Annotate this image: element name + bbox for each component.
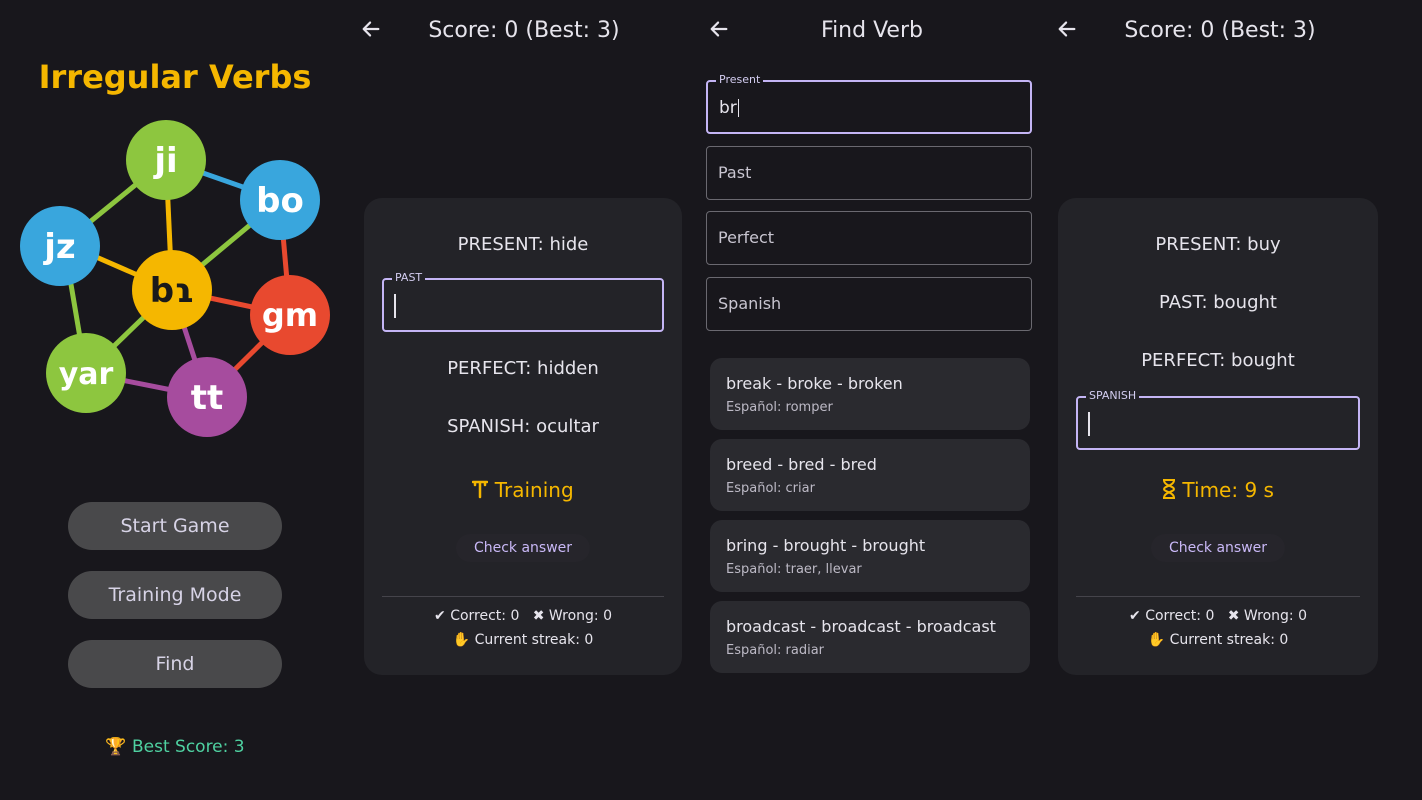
perfect-line: PERFECT: bought	[1141, 350, 1295, 371]
perfect-search-input[interactable]: Perfect	[706, 211, 1032, 265]
training-mode-indicator: Training	[364, 478, 682, 502]
result-item[interactable]: broadcast - broadcast - broadcast Españo…	[710, 601, 1030, 673]
svg-text:bɿ: bɿ	[150, 271, 195, 311]
svg-text:bo: bo	[256, 181, 304, 221]
dumbbell-icon	[472, 478, 494, 502]
spanish-line: SPANISH: ocultar	[447, 416, 599, 437]
result-spanish: Español: criar	[726, 481, 815, 496]
result-item[interactable]: bring - brought - brought Español: traer…	[710, 520, 1030, 592]
present-line: PRESENT: buy	[1155, 234, 1281, 255]
svg-text:jz: jz	[42, 227, 75, 267]
hourglass-icon	[1162, 478, 1182, 502]
find-button[interactable]: Find	[68, 640, 282, 688]
divider	[1076, 596, 1360, 597]
correct-count: ✔ Correct: 0	[434, 608, 520, 624]
hand-icon: ✋	[1147, 632, 1166, 648]
spanish-input-label: SPANISH	[1086, 389, 1140, 402]
spanish-placeholder: Spanish	[718, 294, 782, 313]
find-verb-screen: Find Verb Present br Past Perfect Spanis…	[698, 0, 1046, 800]
correct-count: ✔ Correct: 0	[1129, 608, 1215, 624]
top-bar: Score: 0 (Best: 3)	[1046, 14, 1422, 50]
training-mode-button[interactable]: Training Mode	[68, 571, 282, 619]
result-spanish: Español: romper	[726, 400, 833, 415]
app-title: Irregular Verbs	[38, 58, 312, 96]
score-title: Score: 0 (Best: 3)	[428, 18, 620, 43]
text-caret	[1088, 412, 1090, 436]
streak-line: ✋ Current streak: 0	[1058, 632, 1378, 648]
graph-node-br: bɿ	[132, 250, 212, 330]
score-stats: ✔ Correct: 0 ✖ Wrong: 0	[1058, 608, 1378, 624]
current-streak: Current streak: 0	[1169, 632, 1289, 648]
hand-icon: ✋	[452, 632, 471, 648]
graph-node-tt: tt	[167, 357, 247, 437]
graph-node-ji: ji	[126, 120, 206, 200]
top-bar: Find Verb	[698, 14, 1046, 50]
past-line: PAST: bought	[1159, 292, 1277, 313]
present-line: PRESENT: hide	[457, 234, 589, 255]
result-spanish: Español: traer, llevar	[726, 562, 862, 577]
question-card: PRESENT: hide PAST PERFECT: hidden SPANI…	[364, 198, 682, 675]
training-mode-label: Training	[494, 478, 574, 502]
verb-graph-logo: ji bo jz bɿ gm yar tt	[20, 120, 330, 437]
training-screen: Score: 0 (Best: 3) PRESENT: hide PAST PE…	[350, 0, 698, 800]
streak-line: ✋ Current streak: 0	[364, 632, 682, 648]
past-search-input[interactable]: Past	[706, 146, 1032, 200]
top-bar: Score: 0 (Best: 3)	[350, 14, 698, 50]
svg-text:gm: gm	[262, 296, 318, 334]
svg-text:yar: yar	[59, 357, 114, 392]
check-answer-button[interactable]: Check answer	[1150, 534, 1286, 562]
game-screen: Score: 0 (Best: 3) PRESENT: buy PAST: bo…	[1046, 0, 1422, 800]
svg-text:tt: tt	[191, 378, 224, 418]
result-verb-forms: breed - bred - bred	[726, 455, 877, 474]
score-stats: ✔ Correct: 0 ✖ Wrong: 0	[364, 608, 682, 624]
present-search-input[interactable]: Present br	[706, 73, 1032, 134]
result-verb-forms: break - broke - broken	[726, 374, 903, 393]
spanish-search-input[interactable]: Spanish	[706, 277, 1032, 331]
menu-screen: Irregular Verbs ji bo jz bɿ gm yar tt St…	[0, 0, 350, 800]
best-score: 🏆 Best Score: 3	[105, 737, 245, 757]
spanish-input[interactable]: SPANISH	[1076, 389, 1360, 450]
score-title: Score: 0 (Best: 3)	[1124, 18, 1316, 43]
timer-label: Time: 9 s	[1182, 478, 1274, 502]
graph-node-bo: bo	[240, 160, 320, 240]
result-item[interactable]: break - broke - broken Español: romper	[710, 358, 1030, 430]
current-streak: Current streak: 0	[474, 632, 594, 648]
graph-node-gm: gm	[250, 275, 330, 355]
page-title: Find Verb	[821, 18, 923, 43]
check-answer-button[interactable]: Check answer	[455, 534, 591, 562]
text-caret	[394, 294, 396, 318]
past-input-label: PAST	[392, 271, 426, 284]
result-spanish: Español: radiar	[726, 643, 825, 658]
perfect-placeholder: Perfect	[718, 228, 775, 247]
result-verb-forms: broadcast - broadcast - broadcast	[726, 617, 996, 636]
result-verb-forms: bring - brought - brought	[726, 536, 926, 555]
perfect-line: PERFECT: hidden	[447, 358, 599, 379]
wrong-count: ✖ Wrong: 0	[532, 608, 612, 624]
divider	[382, 596, 664, 597]
graph-node-yar: yar	[46, 333, 126, 413]
question-card: PRESENT: buy PAST: bought PERFECT: bough…	[1058, 198, 1378, 675]
present-input-label: Present	[716, 73, 764, 86]
wrong-count: ✖ Wrong: 0	[1227, 608, 1307, 624]
past-input[interactable]: PAST	[382, 271, 664, 332]
svg-text:ji: ji	[152, 141, 177, 181]
result-item[interactable]: breed - bred - bred Español: criar	[710, 439, 1030, 511]
timer-indicator: Time: 9 s	[1058, 478, 1378, 502]
present-input-value: br	[719, 98, 740, 118]
graph-node-jz: jz	[20, 206, 100, 286]
start-game-button[interactable]: Start Game	[68, 502, 282, 550]
past-placeholder: Past	[718, 163, 752, 182]
